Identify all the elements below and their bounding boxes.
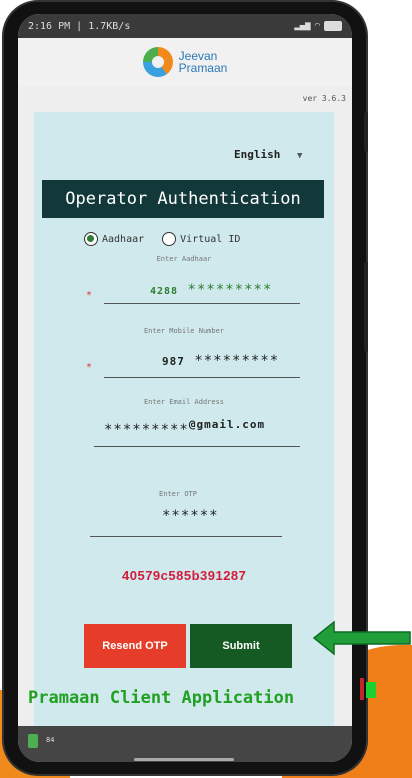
otp-input[interactable]: ******: [162, 508, 219, 524]
page-title: Operator Authentication: [42, 180, 324, 218]
client-application-title: Pramaan Client Application: [28, 688, 295, 708]
required-marker: *: [86, 362, 93, 373]
radio-aadhaar[interactable]: Aadhaar: [84, 232, 144, 246]
wifi-icon: ◠: [314, 21, 320, 31]
mobile-value-prefix: 987: [162, 355, 185, 368]
email-underline: [94, 446, 300, 447]
aadhaar-value-prefix: 4288: [150, 286, 179, 297]
otp-label: Enter OTP: [159, 490, 197, 498]
app-header: Jeevan Pramaan: [18, 38, 352, 86]
aadhaar-underline: [104, 303, 300, 304]
email-input[interactable]: *********@gmail.com: [104, 418, 265, 438]
volume-button: [364, 112, 368, 152]
brand-line2: Pramaan: [178, 61, 228, 75]
email-value-mask: *********: [104, 422, 189, 438]
app-notification-icon: [28, 734, 38, 748]
language-dropdown[interactable]: English ▼: [234, 148, 302, 161]
email-value-suffix: @gmail.com: [188, 418, 266, 431]
battery-icon: [324, 21, 342, 31]
aadhaar-input[interactable]: 4288 *********: [150, 282, 272, 298]
brand-name: Jeevan Pramaan: [179, 50, 228, 74]
radio-virtual-id-label: Virtual ID: [180, 233, 241, 245]
red-edge-marker: [360, 678, 364, 700]
submit-button[interactable]: Submit: [190, 624, 292, 668]
radio-checked-icon: [84, 232, 98, 246]
version-label: ver 3.6.3: [302, 94, 346, 103]
radio-unchecked-icon: [162, 232, 177, 246]
main-form: English ▼ Operator Authentication Aadhaa…: [28, 112, 334, 726]
radio-virtual-id[interactable]: Virtual ID: [162, 232, 240, 246]
otp-underline: [90, 536, 282, 537]
mobile-input[interactable]: 987 *********: [162, 353, 279, 369]
nav-label: 84: [46, 736, 55, 744]
power-button: [364, 262, 368, 352]
id-type-radio-group: Aadhaar Virtual ID: [84, 232, 240, 246]
pointer-arrow-icon: [312, 620, 411, 656]
radio-aadhaar-label: Aadhaar: [102, 233, 145, 245]
status-time: 2:16 PM | 1.7KB/s: [28, 20, 131, 32]
resend-otp-button[interactable]: Resend OTP: [84, 624, 186, 668]
required-marker: *: [86, 290, 93, 301]
jeevan-pramaan-logo: [142, 47, 173, 77]
mobile-underline: [104, 377, 300, 378]
signal-icon: ▂▄▆: [294, 21, 311, 31]
home-indicator[interactable]: [134, 758, 234, 761]
bottom-nav-bar: 84: [18, 726, 352, 762]
email-label: Enter Email Address: [143, 398, 225, 406]
session-hash: 40579c585b391287: [122, 568, 247, 583]
phone-screen: 2:16 PM | 1.7KB/s ▂▄▆ ◠ Jeevan Pramaan v…: [18, 14, 352, 762]
green-edge-marker: [366, 682, 376, 698]
status-icons: ▂▄▆ ◠: [294, 21, 342, 31]
aadhaar-value-mask: *********: [187, 282, 273, 298]
language-selected: English: [234, 148, 281, 161]
mobile-label: Enter Mobile Number: [143, 327, 225, 335]
chevron-down-icon: ▼: [296, 151, 303, 161]
aadhaar-label: Enter Aadhaar: [156, 255, 212, 263]
phone-frame: 2:16 PM | 1.7KB/s ▂▄▆ ◠ Jeevan Pramaan v…: [4, 2, 368, 774]
status-bar: 2:16 PM | 1.7KB/s ▂▄▆ ◠: [18, 14, 352, 38]
mobile-value-mask: *********: [194, 353, 280, 369]
